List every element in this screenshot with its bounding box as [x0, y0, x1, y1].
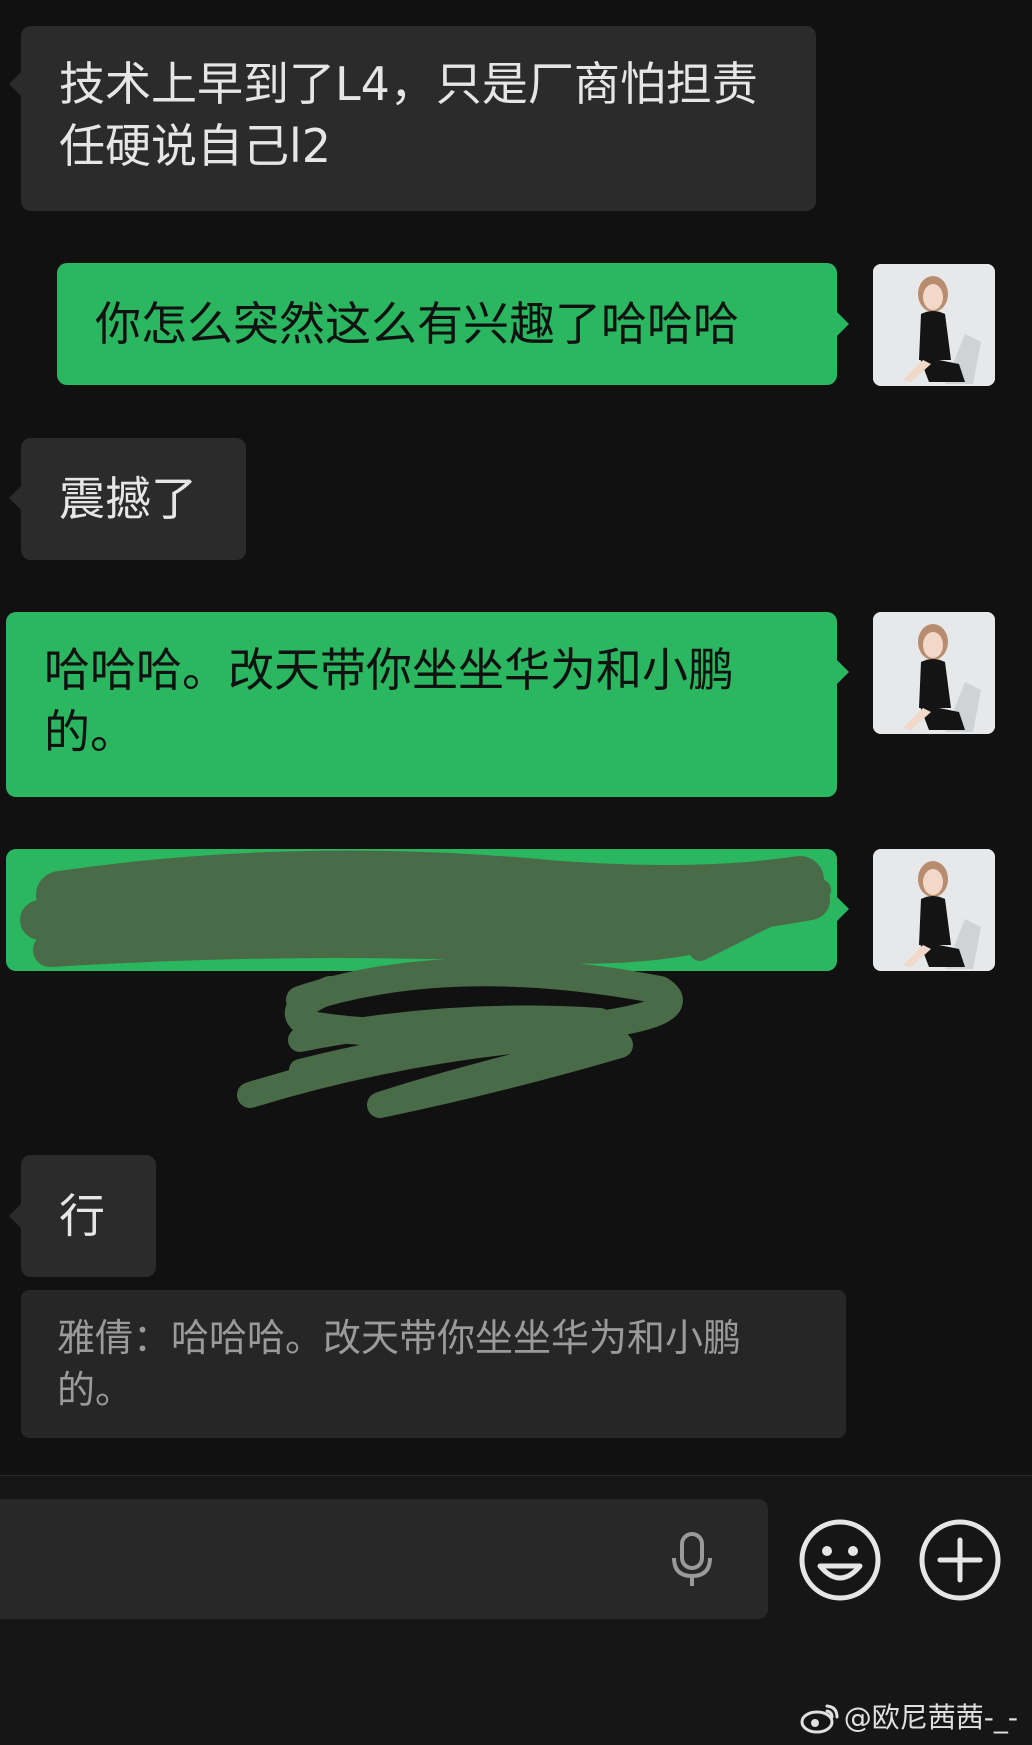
bubble-tail	[9, 486, 21, 510]
message-incoming[interactable]: 行	[21, 1155, 156, 1277]
message-text: 你怎么突然这么有兴趣了哈哈哈	[95, 297, 739, 351]
avatar-image	[873, 849, 995, 971]
message-incoming[interactable]: 技术上早到了L4，只是厂商怕担责任硬说自己l2	[21, 26, 816, 211]
watermark-text: @欧尼茜茜-_-	[843, 1701, 1018, 1734]
quoted-reply-text: 雅倩：哈哈哈。改天带你坐坐华为和小鹏的。	[57, 1316, 742, 1412]
bubble-tail	[837, 312, 849, 336]
microphone-icon[interactable]	[665, 1532, 719, 1588]
redaction-scribble	[20, 850, 831, 1118]
message-incoming[interactable]: 震撼了	[21, 438, 246, 560]
chat-area[interactable]: 技术上早到了L4，只是厂商怕担责任硬说自己l2 你怎么突然这么有兴趣了哈哈哈 震…	[0, 0, 1032, 1475]
avatar[interactable]	[873, 849, 995, 971]
message-input[interactable]	[0, 1499, 768, 1619]
bubble-tail	[9, 1204, 21, 1228]
bubble-tail	[837, 660, 849, 684]
message-text: 行	[59, 1189, 105, 1243]
message-outgoing[interactable]: 哈哈哈。改天带你坐坐华为和小鹏的。	[6, 612, 837, 797]
message-outgoing[interactable]: 你怎么突然这么有兴趣了哈哈哈	[57, 263, 837, 385]
avatar-image	[873, 264, 995, 386]
avatar[interactable]	[873, 264, 995, 386]
plus-circle-icon[interactable]	[918, 1518, 1002, 1602]
smiley-icon[interactable]	[798, 1518, 882, 1602]
message-text: 技术上早到了L4，只是厂商怕担责任硬说自己l2	[59, 57, 758, 173]
avatar[interactable]	[873, 612, 995, 734]
quoted-reply[interactable]: 雅倩：哈哈哈。改天带你坐坐华为和小鹏的。	[21, 1290, 846, 1438]
watermark: @欧尼茜茜-_-	[800, 1700, 1018, 1736]
message-text: 哈哈哈。改天带你坐坐华为和小鹏的。	[44, 643, 734, 759]
weibo-logo-icon	[800, 1704, 839, 1734]
message-text: 震撼了	[59, 472, 197, 526]
avatar-image	[873, 612, 995, 734]
bubble-tail	[9, 72, 21, 96]
